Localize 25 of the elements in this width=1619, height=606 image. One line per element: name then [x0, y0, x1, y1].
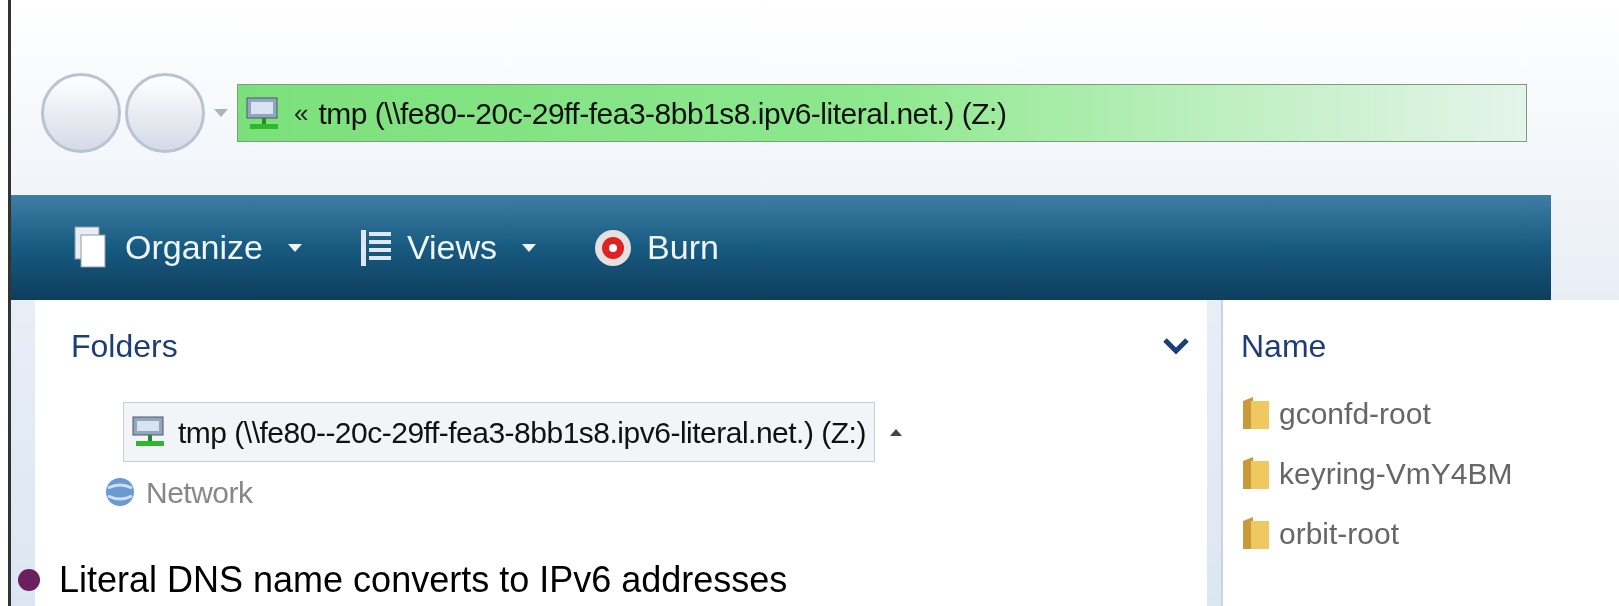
tree-item[interactable]: tmp (\\fe80--20c-29ff-fea3-8bb1s8.ipv6-literal.net.) (Z:) [123, 402, 875, 462]
breadcrumb-overflow[interactable]: « [294, 93, 309, 133]
file-item[interactable]: keyring-VmY4BM [1241, 452, 1619, 494]
folder-icon [1241, 455, 1271, 491]
bullet-text: Literal DNS name converts to IPv6 addresses [59, 560, 788, 600]
chevron-down-icon[interactable] [1163, 337, 1189, 355]
caret-icon[interactable] [213, 108, 229, 118]
address-path: tmp (\\fe80--20c-29ff-fea3-8bb1s8.ipv6-literal.net.) (Z:) [318, 95, 1007, 132]
folder-icon [1241, 515, 1271, 551]
caret-icon [286, 242, 303, 253]
file-item[interactable]: gconfd-root [1241, 392, 1619, 434]
toolbar-button[interactable]: Organize [63, 212, 311, 283]
bullet-icon [17, 568, 41, 592]
column-header[interactable]: Name [1241, 300, 1619, 380]
caret-icon [521, 242, 538, 253]
tree-item[interactable]: Network [95, 462, 262, 522]
file-item[interactable]: orbit-root [1241, 512, 1619, 554]
address-bar[interactable]: « tmp (\\fe80--20c-29ff-fea3-8bb1s8.ipv6-literal.net.) (Z:) [237, 84, 1527, 142]
folder-icon [1241, 395, 1271, 431]
toolbar-button[interactable]: Views [350, 212, 546, 283]
disc-icon [593, 227, 634, 268]
list-view-icon [358, 227, 393, 268]
toolbar-button[interactable]: Burn [585, 212, 727, 283]
pane-title: Folders [71, 327, 178, 366]
scroll-up-icon[interactable] [888, 427, 903, 437]
